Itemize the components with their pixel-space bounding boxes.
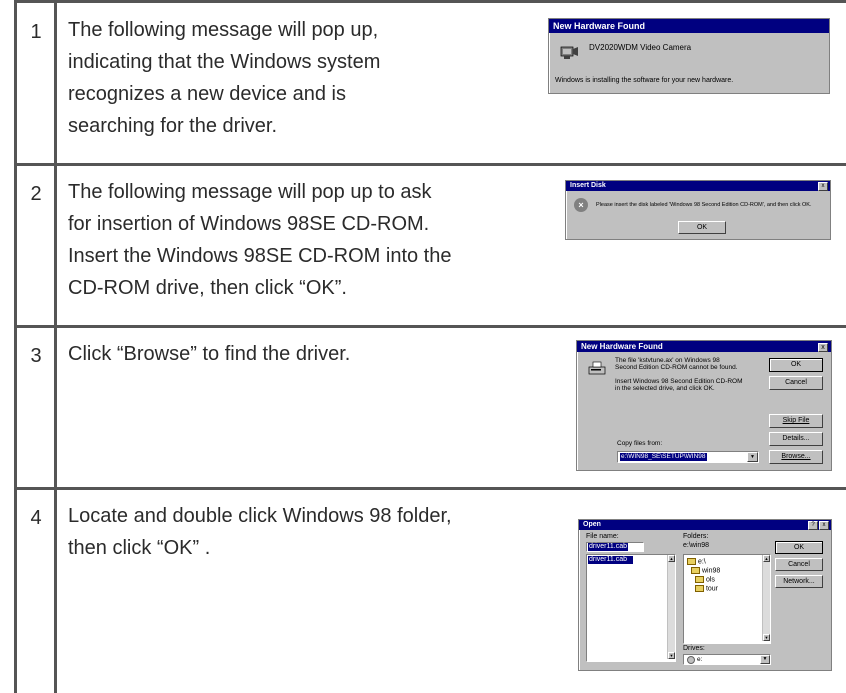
help-button[interactable]: ? <box>808 521 818 530</box>
step-number: 4 <box>30 507 42 529</box>
browse-label: Browse... <box>781 453 811 460</box>
drives-combo[interactable]: e: ▼ <box>683 654 771 665</box>
error-icon: × <box>574 198 588 212</box>
cancel-button[interactable]: Cancel <box>775 558 823 571</box>
camera-icon <box>559 43 579 61</box>
folders-path: e:\win98 <box>683 542 710 549</box>
step-number: 1 <box>30 21 42 43</box>
folder-item[interactable]: win98 <box>691 567 720 574</box>
ok-button[interactable]: OK <box>769 358 823 372</box>
open-dialog: Open ? x File name: driver11.cab driver1… <box>578 519 832 671</box>
ok-button[interactable]: OK <box>775 541 823 554</box>
copy-files-combo[interactable]: e:\WIN98_SE\SETUP\WIN98 ▼ <box>617 451 759 463</box>
step-number: 3 <box>30 345 42 367</box>
scroll-up-icon[interactable]: ▲ <box>763 555 770 562</box>
disk-drive-icon <box>587 361 607 379</box>
list-item[interactable]: driver11.cab <box>588 556 633 564</box>
skip-file-button[interactable]: Skip File <box>769 414 823 428</box>
step-number: 2 <box>30 183 42 205</box>
folder-tree[interactable]: e:\ win98 ols tour ▲ ▼ <box>683 554 771 644</box>
step-instruction: Click “Browse” to find the driver. <box>68 343 351 365</box>
row-divider <box>14 487 846 490</box>
column-divider <box>54 0 57 693</box>
file-name-input[interactable]: driver11.cab <box>586 542 644 552</box>
step-instruction: The following message will pop up, indic… <box>68 19 381 137</box>
network-button[interactable]: Network... <box>775 575 823 588</box>
details-button[interactable]: Details... <box>769 432 823 446</box>
new-hardware-dialog: New Hardware Found DV2020WDM Video Camer… <box>548 18 830 94</box>
close-button[interactable]: x <box>818 182 828 191</box>
chevron-down-icon[interactable]: ▼ <box>747 452 758 462</box>
dialog-title: Insert Disk <box>566 181 830 191</box>
dialog-title: New Hardware Found <box>549 19 829 33</box>
step-instruction: Locate and double click Windows 98 folde… <box>68 505 452 559</box>
copy-files-label: Copy files from: <box>617 440 663 447</box>
folder-open-icon <box>687 558 696 565</box>
file-list[interactable]: driver11.cab ▲ ▼ <box>586 554 676 662</box>
drive-value: e: <box>697 656 703 663</box>
file-name-value: driver11.cab <box>588 543 629 551</box>
dialog-title: New Hardware Found <box>577 341 831 352</box>
scroll-down-icon[interactable]: ▼ <box>668 652 675 659</box>
table-top-border <box>14 0 846 3</box>
cancel-button[interactable]: Cancel <box>769 376 823 390</box>
close-button[interactable]: x <box>818 343 828 352</box>
folder-icon <box>695 585 704 592</box>
folder-open-icon <box>691 567 700 574</box>
step-instruction: The following message will pop up to ask… <box>68 181 452 299</box>
folders-label: Folders: <box>683 533 709 540</box>
insert-disk-dialog: Insert Disk x × Please insert the disk l… <box>565 180 831 240</box>
details-label: Details... <box>782 435 810 442</box>
cd-drive-icon <box>687 656 695 664</box>
table-left-border <box>14 0 17 693</box>
skip-file-label: Skip File <box>782 417 810 424</box>
file-not-found-dialog: New Hardware Found x The file 'kstvtune.… <box>576 340 832 471</box>
file-name-label: File name: <box>586 533 619 540</box>
file-list-scrollbar[interactable]: ▲ ▼ <box>667 555 675 659</box>
scroll-down-icon[interactable]: ▼ <box>763 634 770 641</box>
browse-button[interactable]: Browse... <box>769 450 823 464</box>
close-button[interactable]: x <box>819 521 829 530</box>
row-divider <box>14 325 846 328</box>
folder-item[interactable]: tour <box>695 585 718 592</box>
device-name: DV2020WDM Video Camera <box>589 43 692 52</box>
row-divider <box>14 163 846 166</box>
chevron-down-icon[interactable]: ▼ <box>760 655 770 664</box>
folder-item[interactable]: ols <box>695 576 715 583</box>
dialog-title: Open <box>579 520 831 530</box>
missing-file-message: The file 'kstvtune.ax' on Windows 98 Sec… <box>615 357 743 392</box>
folder-item[interactable]: e:\ <box>687 558 706 565</box>
drives-label: Drives: <box>683 645 705 652</box>
ok-button[interactable]: OK <box>678 221 726 234</box>
scroll-up-icon[interactable]: ▲ <box>668 555 675 562</box>
insert-disk-message: Please insert the disk labeled 'Windows … <box>596 202 812 208</box>
folder-tree-scrollbar[interactable]: ▲ ▼ <box>762 555 770 641</box>
install-message: Windows is installing the software for y… <box>555 77 734 84</box>
copy-files-value: e:\WIN98_SE\SETUP\WIN98 <box>620 453 707 461</box>
folder-icon <box>695 576 704 583</box>
